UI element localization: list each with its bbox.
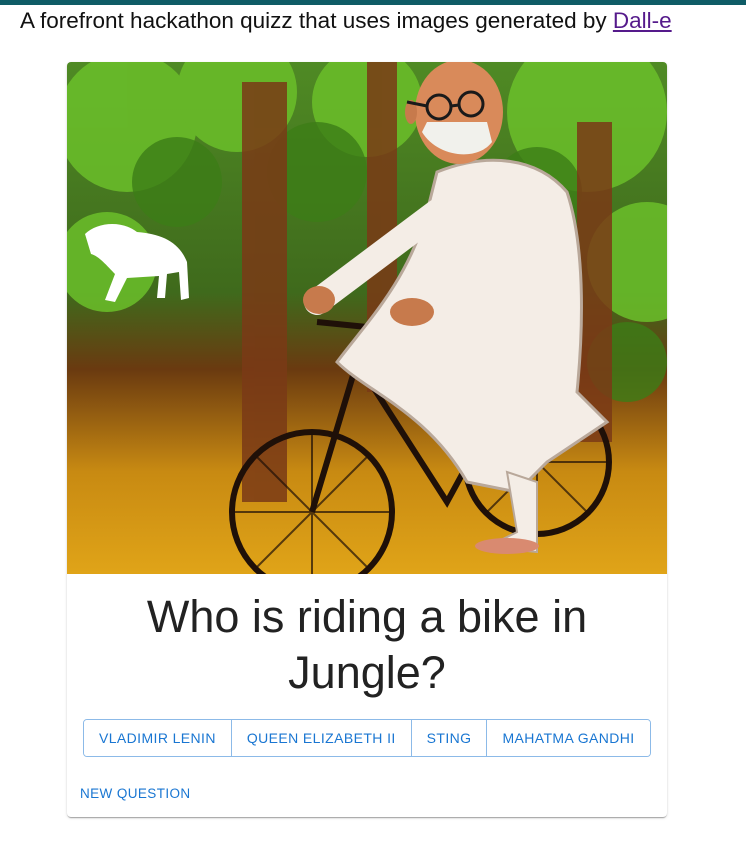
answer-button-group: VLADIMIR LENIN QUEEN ELIZABETH II STING … bbox=[83, 719, 651, 757]
top-accent-bar bbox=[0, 0, 746, 5]
quiz-image bbox=[67, 62, 667, 574]
answer-button-sting[interactable]: STING bbox=[411, 720, 488, 756]
dalle-link[interactable]: Dall-e bbox=[613, 8, 672, 33]
quiz-card: Who is riding a bike in Jungle? VLADIMIR… bbox=[67, 62, 667, 817]
answer-button-queen-elizabeth[interactable]: QUEEN ELIZABETH II bbox=[231, 720, 412, 756]
answer-button-lenin[interactable]: VLADIMIR LENIN bbox=[84, 720, 232, 756]
question-text: Who is riding a bike in Jungle? bbox=[146, 591, 588, 698]
page-headline: A forefront hackathon quizz that uses im… bbox=[20, 8, 672, 34]
card-actions: NEW QUESTION bbox=[75, 778, 196, 810]
answer-button-gandhi[interactable]: MAHATMA GANDHI bbox=[487, 720, 650, 756]
new-question-button[interactable]: NEW QUESTION bbox=[75, 778, 196, 810]
headline-text: A forefront hackathon quizz that uses im… bbox=[20, 8, 613, 33]
